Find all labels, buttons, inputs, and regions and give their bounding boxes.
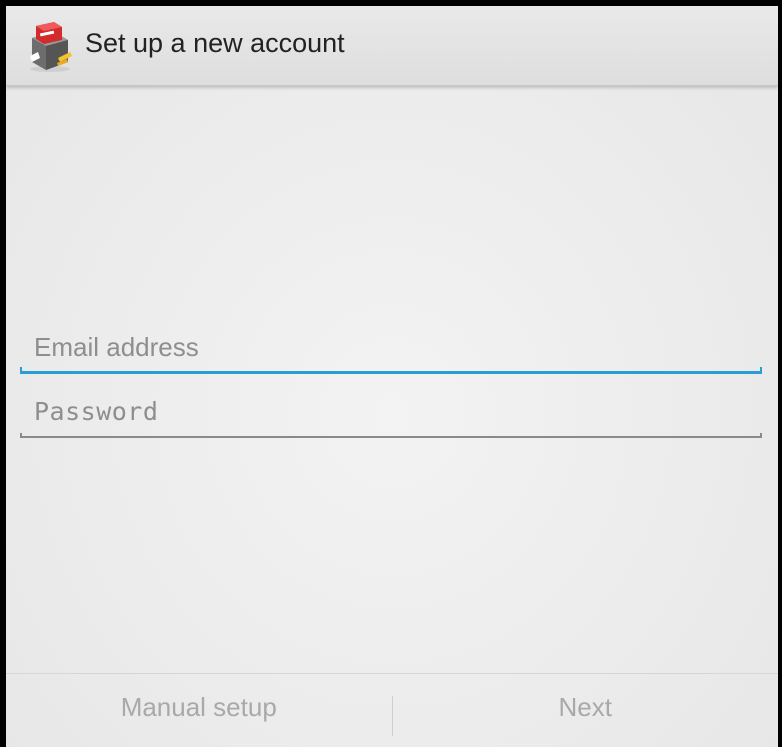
email-field-underline (20, 365, 762, 374)
next-button[interactable]: Next (393, 674, 779, 747)
password-input[interactable] (20, 388, 762, 434)
password-field-underline (20, 429, 762, 438)
email-input[interactable] (20, 324, 762, 370)
setup-account-screen: Set up a new account Manual setup Next (6, 6, 778, 747)
email-field-container (20, 324, 762, 374)
manual-setup-button[interactable]: Manual setup (6, 674, 392, 747)
email-app-icon (24, 18, 76, 74)
password-field-container (20, 388, 762, 438)
action-bar: Set up a new account (6, 6, 778, 86)
page-title: Set up a new account (85, 28, 345, 58)
button-bar: Manual setup Next (6, 673, 778, 747)
